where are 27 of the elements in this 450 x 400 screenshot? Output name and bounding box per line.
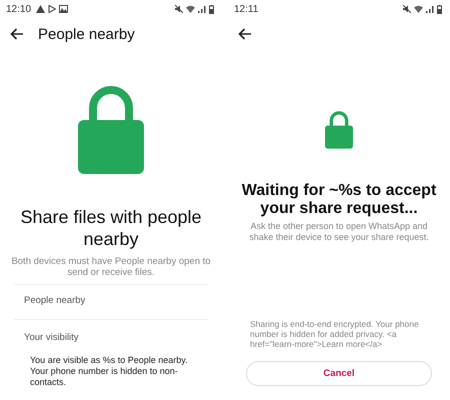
padlock-icon (78, 84, 144, 174)
image-icon (59, 5, 68, 13)
mute-icon (175, 5, 183, 13)
wifi-icon (414, 5, 423, 13)
heading: Waiting for ~%s to accept your share request... (240, 182, 438, 218)
cancel-button[interactable]: Cancel (246, 361, 432, 386)
wifi-icon (186, 5, 195, 13)
status-time: 12:11 (234, 4, 258, 14)
back-arrow-icon[interactable] (10, 28, 24, 40)
padlock-icon (325, 110, 353, 149)
subtitle: Ask the other person to open WhatsApp and shake their device to see your share request. (248, 221, 430, 243)
signal-icon (426, 5, 434, 13)
section-label: Your visibility (23, 331, 80, 345)
battery-icon (209, 4, 214, 14)
privacy-text: Sharing is end-to-end encrypted. Your phone number is hidden for added privacy. <a href="learn-more">Learn more</a> (250, 319, 420, 349)
setting-row[interactable]: People nearby (0, 285, 222, 319)
mute-icon (403, 5, 411, 13)
play-icon (48, 5, 56, 13)
signal-icon (198, 5, 206, 13)
status-time: 12:10 (6, 4, 32, 14)
visibility-text: You are visible as %s to People nearby. Your phone number is hidden to non-contacts. (29, 354, 189, 388)
back-arrow-icon[interactable] (238, 28, 252, 40)
screen-title: People nearby (38, 26, 135, 42)
subtitle: Both devices must have People nearby open to send or receive files. (10, 256, 212, 278)
warning-icon (36, 5, 46, 13)
battery-icon (437, 4, 442, 14)
heading: Share files with people nearby (19, 206, 203, 250)
